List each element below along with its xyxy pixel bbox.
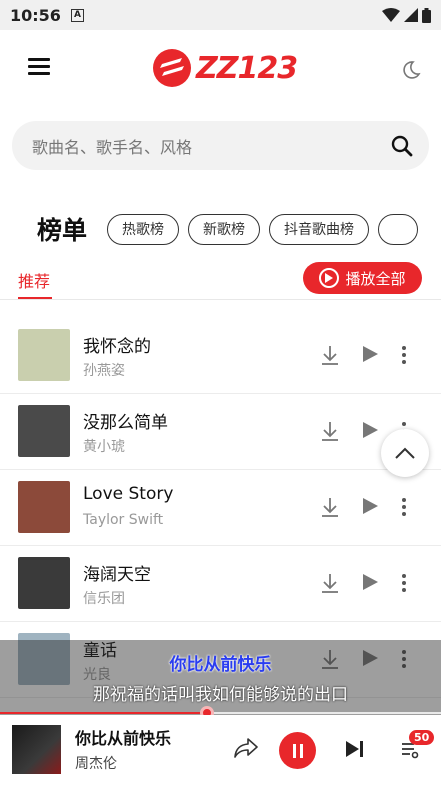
- wifi-icon: [382, 8, 400, 22]
- chip-more-partial[interactable]: [378, 213, 419, 245]
- player-title: 你比从前快乐: [75, 729, 172, 748]
- player-cover[interactable]: [12, 725, 61, 774]
- status-bar: 10:56 A: [0, 0, 441, 30]
- logo-text: ZZ123: [196, 50, 298, 86]
- next-track-icon[interactable]: [345, 740, 365, 758]
- song-title[interactable]: 海阔天空: [83, 560, 151, 585]
- download-icon[interactable]: [320, 420, 340, 442]
- download-icon[interactable]: [320, 572, 340, 594]
- app-notification-icon: A: [70, 8, 84, 22]
- scroll-top-button[interactable]: [381, 429, 429, 477]
- play-icon[interactable]: [362, 421, 379, 439]
- queue-count-badge: 50: [409, 730, 435, 745]
- play-all-label: 播放全部: [345, 269, 406, 288]
- more-vertical-icon[interactable]: [400, 497, 408, 517]
- search-bar[interactable]: 歌曲名、歌手名、风格: [12, 121, 429, 170]
- song-artist: 信乐团: [83, 591, 125, 607]
- song-row[interactable]: 海阔天空 信乐团: [0, 546, 441, 622]
- chart-section-title: 榜单: [37, 216, 88, 245]
- progress-bar[interactable]: [0, 706, 441, 720]
- play-icon[interactable]: [362, 497, 379, 515]
- pause-button[interactable]: [279, 732, 316, 769]
- pause-icon: [292, 743, 303, 758]
- chart-row: 榜单 热歌榜 新歌榜 抖音歌曲榜: [0, 208, 441, 250]
- song-cover[interactable]: [18, 405, 70, 457]
- player-artist: 周杰伦: [75, 756, 117, 772]
- more-vertical-icon[interactable]: [400, 573, 408, 593]
- song-title[interactable]: 没那么简单: [83, 408, 168, 433]
- share-icon[interactable]: [233, 737, 259, 759]
- progress-fill: [0, 712, 208, 714]
- song-row[interactable]: 没那么简单 黄小琥: [0, 394, 441, 470]
- search-icon[interactable]: [391, 135, 413, 157]
- mini-player[interactable]: 你比从前快乐 周杰伦 50: [0, 715, 441, 785]
- play-all-button[interactable]: 播放全部: [303, 262, 422, 294]
- signal-icon: [404, 8, 418, 22]
- song-artist: 孙燕姿: [83, 363, 125, 379]
- song-cover[interactable]: [18, 329, 70, 381]
- song-cover[interactable]: [18, 481, 70, 533]
- play-circle-icon: [319, 268, 340, 288]
- song-artist: 黄小琥: [83, 439, 125, 455]
- logo: ZZ123: [152, 48, 298, 88]
- lyric-next: 那祝福的话叫我如何能够说的出口: [93, 685, 348, 705]
- tab-recommended[interactable]: 推荐: [18, 268, 50, 292]
- play-icon[interactable]: [362, 573, 379, 591]
- song-title[interactable]: Love Story: [83, 484, 173, 504]
- status-time: 10:56: [10, 5, 61, 25]
- song-row[interactable]: Love Story Taylor Swift: [0, 470, 441, 546]
- lyric-current: 你比从前快乐: [169, 655, 272, 675]
- chip-new[interactable]: 新歌榜: [188, 213, 261, 245]
- tab-row: 推荐 播放全部: [0, 262, 441, 300]
- battery-icon: [422, 7, 431, 23]
- more-vertical-icon[interactable]: [400, 345, 408, 365]
- song-title[interactable]: 我怀念的: [83, 332, 151, 357]
- dark-mode-icon[interactable]: [401, 60, 421, 80]
- chip-douyin[interactable]: 抖音歌曲榜: [269, 213, 370, 245]
- status-icons: [382, 7, 431, 23]
- download-icon[interactable]: [320, 344, 340, 366]
- play-icon[interactable]: [362, 345, 379, 363]
- song-artist: Taylor Swift: [83, 512, 164, 528]
- song-cover[interactable]: [18, 557, 70, 609]
- menu-icon[interactable]: [28, 58, 50, 78]
- app-header: ZZ123: [0, 30, 441, 108]
- lyrics-overlay: 你比从前快乐 那祝福的话叫我如何能够说的出口: [0, 640, 441, 715]
- download-icon[interactable]: [320, 496, 340, 518]
- tab-underline: [18, 297, 52, 299]
- chevron-up-icon: [395, 447, 415, 459]
- search-input[interactable]: 歌曲名、歌手名、风格: [32, 134, 391, 158]
- song-row[interactable]: 我怀念的 孙燕姿: [0, 318, 441, 394]
- chip-hot[interactable]: 热歌榜: [107, 213, 180, 245]
- logo-mark-icon: [153, 49, 191, 87]
